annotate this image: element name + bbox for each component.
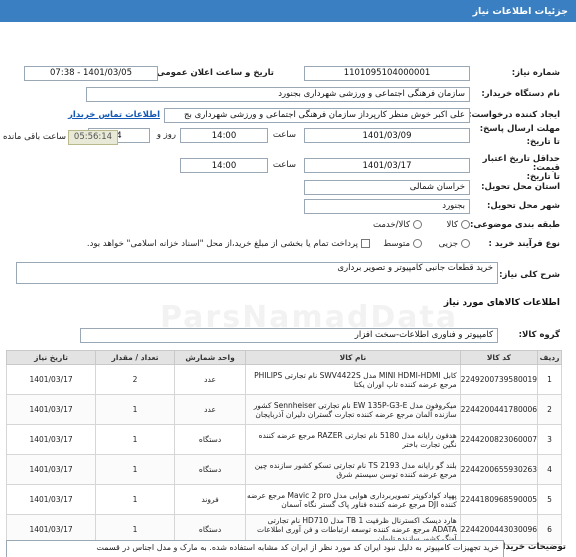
- page-title: جزئیات اطلاعات نیاز: [472, 5, 568, 17]
- category-option-goods-service[interactable]: کالا/خدمت: [373, 220, 422, 230]
- cell-row-number: 5: [537, 484, 562, 515]
- page-header: جزئیات اطلاعات نیاز: [0, 0, 576, 22]
- requester-field: علی اکبر خوش منظر کارپرداز سازمان فرهنگی…: [164, 107, 470, 123]
- cell-quantity: 1: [95, 424, 175, 455]
- goods-group-field: کامپیوتر و فناوری اطلاعات-سخت افزار: [80, 327, 498, 343]
- table-row: 2 2244200441780006 میکروفون مدل EW 135P-…: [5, 394, 562, 425]
- summary-row: شرح کلی نیاز: خرید قطعات جانبی کامپیوتر …: [6, 262, 570, 284]
- goods-group-label: گروه کالا:: [518, 330, 560, 340]
- announce-field: 1401/03/05 - 07:38: [24, 65, 158, 81]
- cell-code: 2249200739580019: [459, 364, 539, 395]
- cell-name: هدفون رایانه مدل 5180 نام تجارتی RAZER م…: [245, 424, 461, 455]
- buyer-org-row: نام دستگاه خریدار: سازمان فرهنگی اجتماعی…: [6, 85, 570, 103]
- deadline-date-field: 1401/03/09: [304, 128, 470, 143]
- summary-field: خرید قطعات جانبی کامپیوتر و تصویر برداری: [16, 262, 498, 284]
- need-number-label: شماره نیاز:: [511, 68, 560, 78]
- col-header-code: کد کالا: [459, 350, 539, 365]
- buyer-org-label: نام دستگاه خریدار:: [481, 89, 560, 99]
- deadline-date-label: تا تاریخ:: [526, 137, 560, 147]
- cell-unit: عدد: [173, 364, 247, 395]
- cell-name: کابل MINI HDMI-HDMI مدل SWV4422S نام تجا…: [245, 364, 461, 395]
- cell-name: میکروفون مدل EW 135P-G3-E نام تجارتی Sen…: [245, 394, 461, 425]
- cell-name: بلند گو رایانه مدل TS 2193 نام تجارتی تس…: [245, 454, 461, 485]
- province-field: خراسان شمالی: [304, 179, 470, 195]
- buyer-description-field: خرید تجهیزات کامپیوتر به دلیل نبود ایران…: [6, 540, 504, 557]
- cell-unit: دستگاه: [173, 454, 247, 485]
- goods-group-row: گروه کالا: کامپیوتر و فناوری اطلاعات-سخت…: [6, 326, 570, 344]
- cell-code: 2244200823060007: [459, 424, 539, 455]
- category-option-goods[interactable]: کالا: [447, 220, 470, 230]
- summary-label: شرح کلی نیاز:: [499, 270, 560, 280]
- validity-date-field: 1401/03/17: [304, 158, 470, 173]
- province-label: استان محل تحویل:: [481, 182, 560, 192]
- announce-label: تاریخ و ساعت اعلان عمومی:: [153, 68, 274, 78]
- col-header-unit: واحد شمارش: [173, 350, 247, 365]
- buyer-description-label: توضیحات خریدار:: [494, 542, 566, 552]
- deadline-days-label: روز و: [156, 130, 176, 140]
- buyer-contact-link[interactable]: اطلاعات تماس خریدار: [68, 110, 160, 120]
- cell-code: 2244180968590005: [459, 484, 539, 515]
- col-header-quantity: تعداد / مقدار: [95, 350, 175, 365]
- province-row: استان محل تحویل: خراسان شمالی: [6, 178, 570, 196]
- table-row: 4 2244200655930263 بلند گو رایانه مدل TS…: [5, 454, 562, 485]
- cell-quantity: 2: [95, 364, 175, 395]
- cell-row-number: 4: [537, 454, 562, 485]
- need-number-row: شماره نیاز: 1101095104000001 تاریخ و ساع…: [6, 64, 570, 82]
- radio-icon: [461, 239, 470, 248]
- buyer-org-field: سازمان فرهنگی اجتماعی و ورزشی شهرداری بج…: [86, 86, 470, 102]
- requester-row: ایجاد کننده درخواست: علی اکبر خوش منظر ک…: [6, 106, 570, 124]
- cell-date: 1401/03/17: [5, 364, 97, 395]
- remaining-timer: 05:56:14: [68, 129, 118, 145]
- cell-row-number: 1: [537, 364, 562, 395]
- cell-date: 1401/03/17: [5, 454, 97, 485]
- cell-quantity: 1: [95, 394, 175, 425]
- cell-date: 1401/03/17: [5, 424, 97, 455]
- validity-time-label: ساعت: [272, 160, 296, 170]
- cell-row-number: 6: [537, 514, 562, 545]
- table-row: 1 2249200739580019 کابل MINI HDMI-HDMI م…: [5, 364, 562, 395]
- cell-date: 1401/03/17: [5, 484, 97, 515]
- requester-label: ایجاد کننده درخواست:: [468, 110, 560, 120]
- cell-row-number: 3: [537, 424, 562, 455]
- cell-name: پهپاد کوادکوپتر تصویربرداری هوایی مدل Ma…: [245, 484, 461, 515]
- city-row: شهر محل تحویل: بجنورد: [6, 197, 570, 215]
- table-header-row: ردیف کد کالا نام کالا واحد شمارش تعداد /…: [5, 350, 562, 365]
- process-label: نوع فرآیند خرید :: [488, 239, 560, 249]
- validity-time-field: 14:00: [180, 158, 268, 173]
- cell-date: 1401/03/17: [5, 394, 97, 425]
- goods-section-title: اطلاعات کالاهای مورد نیاز: [443, 298, 560, 308]
- treasury-payment-checkbox[interactable]: پرداخت تمام یا بخشی از مبلغ خرید،از محل …: [87, 239, 370, 249]
- deadline-time-label: ساعت: [272, 130, 296, 140]
- remaining-label: ساعت باقی مانده: [2, 132, 66, 142]
- city-field: بجنورد: [304, 198, 470, 214]
- table-row: 3 2244200823060007 هدفون رایانه مدل 5180…: [5, 424, 562, 455]
- cell-row-number: 2: [537, 394, 562, 425]
- process-option-minor[interactable]: جزیی: [439, 239, 470, 249]
- table-row: 5 2244180968590005 پهپاد کوادکوپتر تصویر…: [5, 484, 562, 515]
- cell-unit: دستگاه: [173, 424, 247, 455]
- radio-icon: [413, 239, 422, 248]
- radio-icon: [413, 220, 422, 229]
- process-row: نوع فرآیند خرید : جزیی متوسط پرداخت تمام…: [6, 235, 570, 253]
- process-option-medium[interactable]: متوسط: [383, 239, 422, 249]
- city-label: شهر محل تحویل:: [487, 201, 560, 211]
- col-header-name: نام کالا: [245, 350, 461, 365]
- deadline-time-field: 14:00: [180, 128, 268, 143]
- col-header-date: تاریخ نیاز: [5, 350, 97, 365]
- cell-unit: عدد: [173, 394, 247, 425]
- radio-icon: [461, 220, 470, 229]
- cell-quantity: 1: [95, 454, 175, 485]
- checkbox-icon: [361, 239, 370, 248]
- cell-code: 2244200441780006: [459, 394, 539, 425]
- category-label: طبقه بندی موضوعی:: [470, 220, 560, 230]
- goods-table: ردیف کد کالا نام کالا واحد شمارش تعداد /…: [5, 350, 562, 545]
- col-header-row-number: ردیف: [537, 350, 562, 365]
- cell-quantity: 1: [95, 484, 175, 515]
- cell-code: 2244200655930263: [459, 454, 539, 485]
- remaining-row: 05:56:14 ساعت باقی مانده: [2, 128, 118, 146]
- category-row: طبقه بندی موضوعی: کالا کالا/خدمت: [6, 216, 570, 234]
- need-details-panel: شماره نیاز: 1101095104000001 تاریخ و ساع…: [2, 60, 570, 552]
- cell-unit: فروند: [173, 484, 247, 515]
- need-number-field: 1101095104000001: [304, 65, 470, 81]
